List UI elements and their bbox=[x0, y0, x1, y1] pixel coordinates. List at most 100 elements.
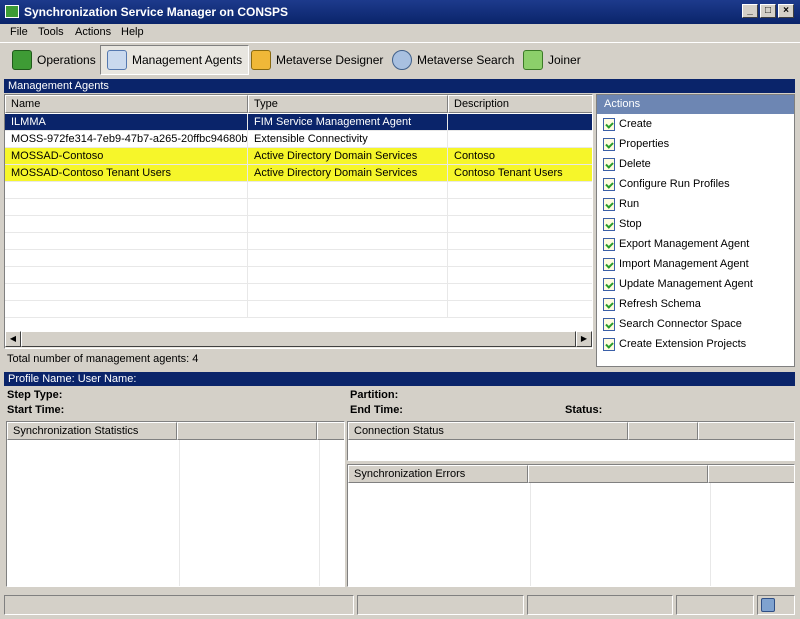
agent-description-cell bbox=[448, 267, 592, 284]
actions-pane: Actions Create Properties Delete Configure … bbox=[596, 94, 795, 367]
agent-type-cell: Extensible Connectivity bbox=[248, 131, 448, 148]
action-icon bbox=[603, 137, 615, 151]
column-header-type[interactable]: Type bbox=[248, 95, 448, 113]
toolbar-metaverse-designer-button[interactable]: Metaverse Designer bbox=[245, 45, 389, 75]
action-export-management-agent[interactable]: Export Management Agent bbox=[603, 235, 749, 253]
empty-row bbox=[5, 284, 592, 301]
action-icon bbox=[603, 297, 615, 311]
sync-statistics-header: Synchronization Statistics bbox=[7, 422, 177, 440]
agent-description-cell bbox=[448, 233, 592, 250]
toolbar-joiner-button[interactable]: Joiner bbox=[517, 45, 587, 75]
agent-description-cell bbox=[448, 301, 592, 318]
menu-help[interactable]: Help bbox=[121, 26, 144, 38]
action-label: Create bbox=[619, 118, 653, 130]
toolbar-joiner-label: Joiner bbox=[548, 53, 581, 67]
action-create-extension-projects[interactable]: Create Extension Projects bbox=[603, 335, 746, 353]
empty-row bbox=[5, 216, 592, 233]
agent-name-cell: MOSSAD-Contoso bbox=[5, 148, 248, 165]
agent-description-cell bbox=[448, 131, 592, 148]
action-search-connector-space[interactable]: Search Connector Space bbox=[603, 315, 742, 333]
agent-type-cell bbox=[248, 267, 448, 284]
agent-name-cell bbox=[5, 216, 248, 233]
action-run[interactable]: Run bbox=[603, 195, 639, 213]
service-status-icon bbox=[761, 598, 775, 612]
toolbar-management-agents-button[interactable]: Management Agents bbox=[100, 45, 250, 75]
action-icon bbox=[603, 217, 615, 231]
toolbar-operations-button[interactable]: Operations bbox=[6, 45, 102, 75]
action-label: Export Management Agent bbox=[619, 238, 750, 250]
total-agents-text: Total number of management agents: 4 bbox=[7, 353, 199, 365]
app-icon bbox=[5, 5, 19, 18]
action-import-management-agent[interactable]: Import Management Agent bbox=[603, 255, 749, 273]
agent-name-cell: ILMMA bbox=[5, 114, 248, 131]
action-icon bbox=[603, 337, 615, 351]
status-panel-5 bbox=[757, 595, 795, 615]
scroll-left-arrow[interactable]: ◀ bbox=[5, 331, 21, 347]
maximize-button[interactable]: □ bbox=[760, 4, 776, 18]
agent-name-cell bbox=[5, 250, 248, 267]
empty-row bbox=[5, 233, 592, 250]
agent-type-cell bbox=[248, 301, 448, 318]
actions-header: Actions bbox=[597, 95, 794, 114]
status-label: Status: bbox=[565, 404, 603, 416]
menu-file[interactable]: File bbox=[10, 26, 28, 38]
toolbar-metaverse-search-label: Metaverse Search bbox=[417, 53, 515, 67]
connection-status-grid: Connection Status bbox=[347, 421, 795, 461]
empty-row bbox=[5, 301, 592, 318]
action-label: Configure Run Profiles bbox=[619, 178, 730, 190]
action-update-management-agent[interactable]: Update Management Agent bbox=[603, 275, 753, 293]
agent-name-cell bbox=[5, 233, 248, 250]
agent-name-cell bbox=[5, 301, 248, 318]
sync-errors-col3 bbox=[708, 465, 794, 483]
action-delete[interactable]: Delete bbox=[603, 155, 651, 173]
status-panel-2 bbox=[357, 595, 524, 615]
agent-row[interactable]: MOSSAD-Contoso Tenant Users Active Direct… bbox=[5, 165, 592, 182]
scroll-right-arrow[interactable]: ▶ bbox=[576, 331, 592, 347]
minimize-button[interactable]: _ bbox=[742, 4, 758, 18]
start-time-label: Start Time: bbox=[7, 404, 65, 416]
action-properties[interactable]: Properties bbox=[603, 135, 669, 153]
horizontal-scrollbar[interactable]: ◀ ▶ bbox=[5, 331, 592, 348]
grid-line bbox=[710, 483, 711, 586]
agent-row[interactable]: MOSS-972fe314-7eb9-47b7-a265-20ffbc94680… bbox=[5, 131, 592, 148]
title-bar: Synchronization Service Manager on CONSP… bbox=[0, 0, 800, 24]
column-header-description[interactable]: Description bbox=[448, 95, 592, 113]
agent-type-cell: Active Directory Domain Services bbox=[248, 148, 448, 165]
action-configure-run-profiles[interactable]: Configure Run Profiles bbox=[603, 175, 730, 193]
toolbar-operations-label: Operations bbox=[37, 53, 96, 67]
agent-type-cell: Active Directory Domain Services bbox=[248, 165, 448, 182]
action-icon bbox=[603, 237, 615, 251]
grid-line bbox=[179, 440, 180, 586]
toolbar-metaverse-search-button[interactable]: Metaverse Search bbox=[386, 45, 520, 75]
action-refresh-schema[interactable]: Refresh Schema bbox=[603, 295, 701, 313]
agent-row[interactable]: ILMMA FIM Service Management Agent bbox=[5, 114, 592, 131]
agent-name-cell: MOSS-972fe314-7eb9-47b7-a265-20ffbc94680… bbox=[5, 131, 248, 148]
menu-bar: File Tools Actions Help bbox=[0, 24, 800, 42]
end-time-label: End Time: bbox=[350, 404, 403, 416]
agent-type-cell: FIM Service Management Agent bbox=[248, 114, 448, 131]
connection-status-col3 bbox=[698, 422, 794, 440]
menu-tools[interactable]: Tools bbox=[38, 26, 64, 38]
agent-description-cell bbox=[448, 250, 592, 267]
management-agents-header: Management Agents bbox=[4, 79, 795, 93]
action-stop[interactable]: Stop bbox=[603, 215, 642, 233]
status-panel-4 bbox=[676, 595, 754, 615]
close-button[interactable]: × bbox=[778, 4, 794, 18]
scroll-thumb[interactable] bbox=[21, 331, 576, 347]
action-create[interactable]: Create bbox=[603, 115, 652, 133]
agent-row[interactable]: MOSSAD-Contoso Active Directory Domain Se… bbox=[5, 148, 592, 165]
metaverse-search-icon bbox=[392, 50, 412, 70]
agent-name-cell: MOSSAD-Contoso Tenant Users bbox=[5, 165, 248, 182]
agent-description-cell bbox=[448, 216, 592, 233]
agent-type-cell bbox=[248, 216, 448, 233]
connection-status-header: Connection Status bbox=[348, 422, 628, 440]
sync-statistics-col3 bbox=[317, 422, 344, 440]
column-header-name[interactable]: Name bbox=[5, 95, 248, 113]
sync-errors-grid: Synchronization Errors bbox=[347, 464, 795, 587]
status-panel-1 bbox=[4, 595, 354, 615]
agent-type-cell bbox=[248, 250, 448, 267]
empty-row bbox=[5, 267, 592, 284]
menu-actions[interactable]: Actions bbox=[75, 26, 111, 38]
management-agents-icon bbox=[107, 50, 127, 70]
empty-row bbox=[5, 182, 592, 199]
